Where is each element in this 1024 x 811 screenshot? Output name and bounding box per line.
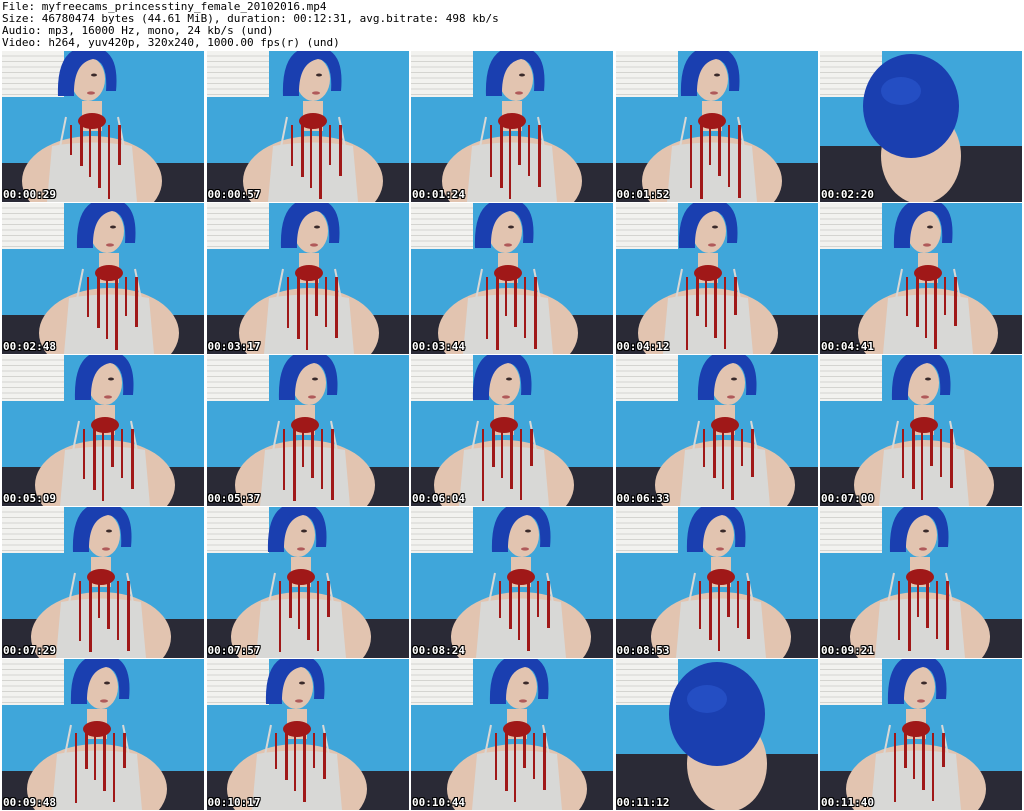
video-thumbnail: 00:01:52: [615, 51, 818, 202]
frame-image: [820, 51, 1022, 202]
thumbnail-grid: 00:00:29 00:00:57 00:01:24 00:01:52 00:02:20…: [2, 51, 1022, 810]
thumbnail-timestamp: 00:05:09: [3, 492, 56, 505]
frame-image: [206, 507, 409, 658]
thumbnail-timestamp: 00:03:17: [207, 340, 261, 353]
video-thumbnail: 00:00:57: [206, 51, 409, 202]
video-thumbnail: 00:08:53: [615, 507, 818, 658]
thumbnail-timestamp: 00:04:41: [821, 340, 874, 353]
frame-image: [615, 659, 818, 810]
thumbnail-timestamp: 00:11:40: [821, 796, 874, 809]
thumbnail-timestamp: 00:09:21: [821, 644, 874, 657]
thumbnail-timestamp: 00:00:29: [3, 188, 56, 201]
video-thumbnail: 00:09:21: [820, 507, 1022, 658]
frame-image: [2, 355, 204, 506]
frame-image: [411, 507, 613, 658]
thumbnail-timestamp: 00:02:48: [3, 340, 56, 353]
video-thumbnail: 00:03:17: [206, 203, 409, 354]
thumbnail-timestamp: 00:09:48: [3, 796, 56, 809]
thumbnail-timestamp: 00:06:04: [412, 492, 465, 505]
thumbnail-timestamp: 00:03:44: [412, 340, 465, 353]
frame-image: [820, 659, 1022, 810]
frame-image: [2, 203, 204, 354]
video-thumbnail: 00:04:41: [820, 203, 1022, 354]
thumbnail-timestamp: 00:08:53: [616, 644, 670, 657]
video-thumbnail: 00:07:29: [2, 507, 204, 658]
thumbnail-timestamp: 00:04:12: [616, 340, 670, 353]
video-info-line: Video: h264, yuv420p, 320x240, 1000.00 f…: [2, 36, 340, 49]
video-thumbnail: 00:03:44: [411, 203, 613, 354]
frame-image: [615, 51, 818, 202]
video-thumbnail: 00:07:00: [820, 355, 1022, 506]
thumbnail-timestamp: 00:05:37: [207, 492, 261, 505]
thumbnail-timestamp: 00:10:17: [207, 796, 261, 809]
thumbnail-timestamp: 00:10:44: [412, 796, 465, 809]
video-thumbnail: 00:11:12: [615, 659, 818, 810]
frame-image: [206, 355, 409, 506]
frame-image: [2, 659, 204, 810]
thumbnail-timestamp: 00:01:24: [412, 188, 465, 201]
frame-image: [2, 507, 204, 658]
video-thumbnail: 00:10:17: [206, 659, 409, 810]
video-thumbnail: 00:10:44: [411, 659, 613, 810]
thumbnail-timestamp: 00:11:12: [616, 796, 670, 809]
video-thumbnail: 00:01:24: [411, 51, 613, 202]
frame-image: [615, 203, 818, 354]
frame-image: [206, 51, 409, 202]
video-thumbnail: 00:09:48: [2, 659, 204, 810]
frame-image: [615, 507, 818, 658]
frame-image: [820, 203, 1022, 354]
frame-image: [820, 355, 1022, 506]
frame-image: [206, 659, 409, 810]
video-thumbnail: 00:00:29: [2, 51, 204, 202]
video-thumbnail: 00:02:20: [820, 51, 1022, 202]
frame-image: [615, 355, 818, 506]
thumbnail-timestamp: 00:00:57: [207, 188, 261, 201]
thumbnail-timestamp: 00:07:57: [207, 644, 261, 657]
thumbnail-timestamp: 00:07:00: [821, 492, 874, 505]
video-thumbnail: 00:05:37: [206, 355, 409, 506]
video-thumbnail: 00:06:04: [411, 355, 613, 506]
thumbnail-timestamp: 00:08:24: [412, 644, 465, 657]
thumbnail-timestamp: 00:07:29: [3, 644, 56, 657]
video-thumbnail: 00:11:40: [820, 659, 1022, 810]
frame-image: [820, 507, 1022, 658]
video-thumbnail: 00:07:57: [206, 507, 409, 658]
video-thumbnail: 00:05:09: [2, 355, 204, 506]
thumbnail-timestamp: 00:06:33: [616, 492, 670, 505]
thumbnail-timestamp: 00:01:52: [616, 188, 670, 201]
video-thumbnail: 00:06:33: [615, 355, 818, 506]
video-thumbnail: 00:04:12: [615, 203, 818, 354]
video-thumbnail: 00:02:48: [2, 203, 204, 354]
frame-image: [411, 51, 613, 202]
frame-image: [206, 203, 409, 354]
video-thumbnail: 00:08:24: [411, 507, 613, 658]
frame-image: [411, 355, 613, 506]
frame-image: [411, 659, 613, 810]
frame-image: [2, 51, 204, 202]
file-info-header: File: myfreecams_princesstiny_female_201…: [2, 1, 1022, 49]
thumbnail-timestamp: 00:02:20: [821, 188, 874, 201]
frame-image: [411, 203, 613, 354]
